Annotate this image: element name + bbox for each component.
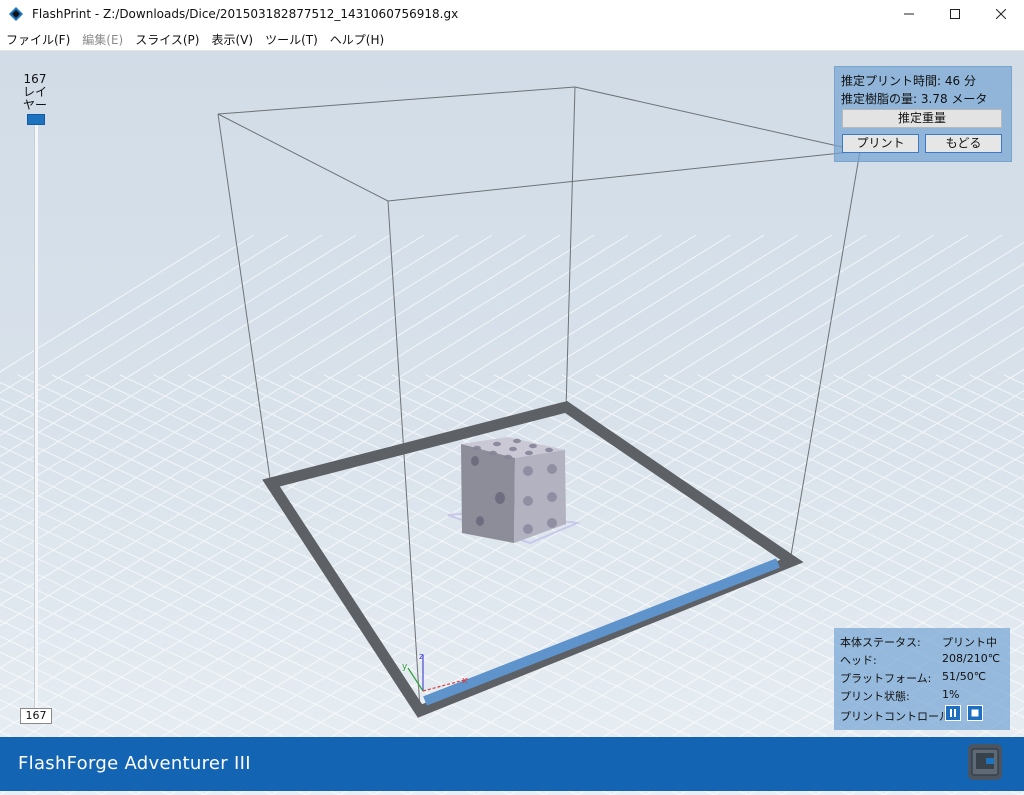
menu-edit[interactable]: 編集(E): [76, 31, 129, 48]
back-button[interactable]: もどる: [925, 134, 1002, 153]
printer-footer-bar: FlashForge Adventurer III: [0, 737, 1024, 791]
axis-y-label: y: [402, 662, 408, 672]
title-bar: FlashPrint - Z:/Downloads/Dice/201503182…: [0, 0, 1024, 28]
head-temp-key: ヘッド:: [840, 654, 877, 667]
minimize-button[interactable]: [886, 0, 932, 28]
grid-line: [629, 374, 1024, 560]
menu-file[interactable]: ファイル(F): [0, 31, 76, 48]
dice-model[interactable]: [447, 437, 581, 545]
printer-glyph: [971, 748, 999, 776]
grid-line: [1019, 791, 1024, 795]
layer-caption-2: ヤー: [22, 98, 47, 112]
estimated-print-time: 推定プリント時間: 46 分: [841, 74, 976, 88]
grid-line: [595, 374, 1024, 576]
layer-input[interactable]: 167: [20, 708, 52, 724]
window-title: FlashPrint - Z:/Downloads/Dice/201503182…: [32, 7, 459, 21]
close-button[interactable]: [978, 0, 1024, 28]
grid-line: [561, 374, 1024, 592]
pause-button[interactable]: [945, 705, 961, 721]
menu-slice[interactable]: スライス(P): [129, 31, 205, 48]
minimize-icon: [904, 13, 914, 15]
3d-viewport[interactable]: z y x 167 レイ ヤー 167 推定プリント時間: 46 分 推定樹脂の…: [0, 51, 1024, 795]
print-button[interactable]: プリント: [842, 134, 919, 153]
maximize-button[interactable]: [932, 0, 978, 28]
printer-icon[interactable]: [968, 744, 1002, 780]
window-controls: [886, 0, 1024, 28]
status-value: プリント中: [942, 636, 997, 649]
menu-bar: ファイル(F) 編集(E) スライス(P) 表示(V) ツール(T) ヘルプ(H…: [0, 28, 1024, 51]
grid-line: [833, 374, 1024, 465]
layer-count-label: 167 レイ ヤー: [18, 73, 52, 112]
layer-slider-track[interactable]: [34, 115, 38, 711]
printer-name: FlashForge Adventurer III: [18, 753, 251, 774]
flashprint-logo-icon: [9, 7, 23, 21]
grid-line: [85, 374, 987, 795]
close-icon: [996, 9, 1006, 19]
layer-slider-handle[interactable]: [27, 114, 45, 125]
grid-line: [901, 374, 1024, 433]
estimate-panel: 推定プリント時間: 46 分 推定樹脂の量: 3.78 メータ 推定重量 プリン…: [834, 66, 1012, 162]
estimate-weight-button[interactable]: 推定重量: [842, 109, 1002, 128]
estimated-resin-amount: 推定樹脂の量: 3.78 メータ: [841, 92, 988, 106]
menu-help[interactable]: ヘルプ(H): [324, 31, 390, 48]
grid-line: [17, 374, 919, 795]
print-progress-value: 1%: [942, 688, 960, 701]
status-key: 本体ステータス:: [840, 636, 921, 649]
maximize-icon: [950, 9, 960, 19]
menu-view[interactable]: 表示(V): [205, 31, 259, 48]
grid-line: [153, 374, 1024, 782]
grid-line: [867, 374, 1024, 449]
pause-icon: [950, 709, 956, 717]
platform-temp-value: 51/50℃: [942, 670, 987, 683]
print-progress-key: プリント状態:: [840, 690, 910, 703]
grid-line: [0, 667, 273, 795]
stop-button[interactable]: [967, 705, 983, 721]
print-control-label: プリントコントロール:: [840, 710, 954, 723]
printer-status-panel: 本体ステータス: プリント中 ヘッド: 208/210℃ プラットフォーム: 5…: [834, 628, 1010, 730]
platform-temp-key: プラットフォーム:: [840, 672, 932, 685]
axis-z-label: z: [419, 652, 424, 662]
stop-icon: [971, 709, 979, 717]
axis-x-label: x: [462, 676, 468, 686]
grid-line: [119, 374, 1021, 795]
head-temp-value: 208/210℃: [942, 652, 1001, 665]
grid-line: [731, 374, 1024, 512]
menu-tools[interactable]: ツール(T): [259, 31, 324, 48]
